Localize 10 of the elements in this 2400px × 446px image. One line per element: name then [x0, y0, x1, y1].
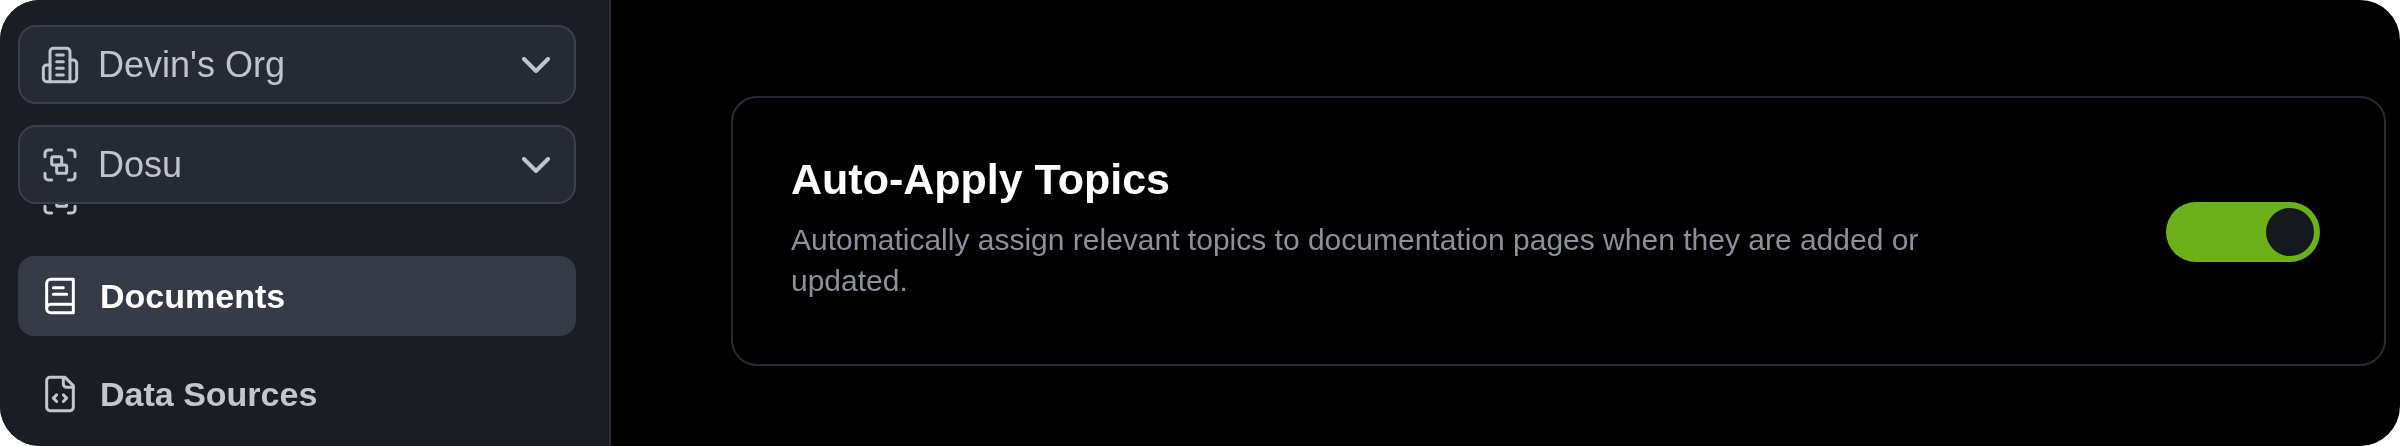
nav-item[interactable]: Documents [18, 256, 576, 336]
setting-description: Automatically assign relevant topics to documentation pages when they are added or updated. [791, 222, 1920, 299]
switcher-dropdown[interactable]: Devin's Org [18, 25, 576, 104]
chevron-down-icon [522, 56, 550, 73]
building-icon [40, 44, 80, 85]
chevron-down-icon [522, 156, 550, 173]
switcher-dropdown[interactable]: Dosu [18, 125, 576, 204]
setting-title: Auto-Apply Topics [791, 153, 1171, 205]
nav-item[interactable]: Data Sources [18, 354, 576, 434]
toggle-switch[interactable] [2166, 202, 2320, 262]
